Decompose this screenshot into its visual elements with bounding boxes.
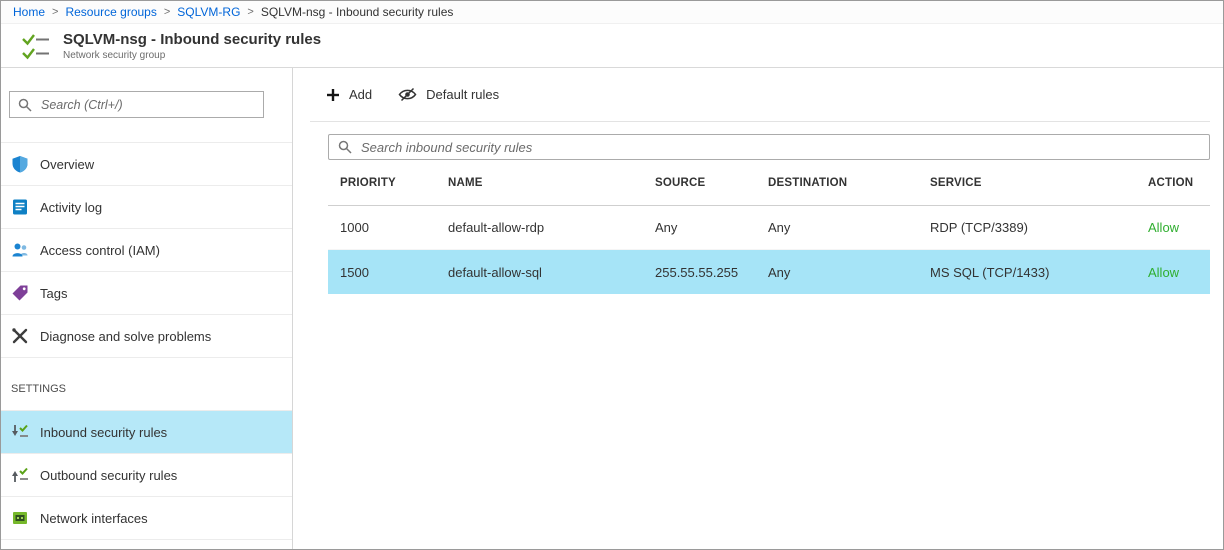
page-subtitle: Network security group bbox=[63, 50, 321, 61]
sidebar-item-label: Tags bbox=[40, 286, 67, 301]
search-icon bbox=[18, 98, 32, 112]
nsg-icon bbox=[21, 31, 51, 61]
sidebar-item-label: Activity log bbox=[40, 200, 102, 215]
cell-name: default-allow-rdp bbox=[448, 220, 655, 235]
rules-search-input[interactable] bbox=[359, 139, 1200, 156]
cell-priority: 1500 bbox=[340, 265, 448, 280]
cell-destination: Any bbox=[768, 265, 930, 280]
sidebar-item-label: Access control (IAM) bbox=[40, 243, 160, 258]
column-header-action: ACTION bbox=[1148, 177, 1210, 189]
sidebar: Overview Activity log bbox=[1, 68, 293, 549]
cell-priority: 1000 bbox=[340, 220, 448, 235]
breadcrumb-resource-group[interactable]: SQLVM-RG bbox=[177, 5, 240, 19]
sidebar-search-input[interactable] bbox=[39, 97, 255, 113]
toolbar: Add Default rules bbox=[293, 68, 1223, 121]
sidebar-settings-nav: Inbound security rules Outbound security… bbox=[1, 410, 292, 540]
inbound-rules-icon bbox=[11, 423, 29, 441]
sidebar-item-label: Overview bbox=[40, 157, 94, 172]
breadcrumb-separator: > bbox=[52, 6, 58, 18]
cell-action: Allow bbox=[1148, 265, 1210, 280]
page-header: SQLVM-nsg - Inbound security rules Netwo… bbox=[1, 24, 1223, 68]
table-row-default-allow-rdp[interactable]: 1000 default-allow-rdp Any Any RDP (TCP/… bbox=[328, 206, 1210, 250]
activity-log-icon bbox=[11, 198, 29, 216]
breadcrumb-resource-groups[interactable]: Resource groups bbox=[65, 5, 156, 19]
sidebar-item-tags[interactable]: Tags bbox=[1, 272, 292, 315]
cell-service: RDP (TCP/3389) bbox=[930, 220, 1148, 235]
default-rules-button-label: Default rules bbox=[426, 87, 499, 102]
table-row-default-allow-sql[interactable]: 1500 default-allow-sql 255.55.55.255 Any… bbox=[328, 250, 1210, 294]
table-header-row: PRIORITY NAME SOURCE DESTINATION SERVICE… bbox=[328, 160, 1210, 206]
page-title-block: SQLVM-nsg - Inbound security rules Netwo… bbox=[63, 31, 321, 61]
diagnose-icon bbox=[11, 327, 29, 345]
sidebar-item-inbound-security-rules[interactable]: Inbound security rules bbox=[1, 411, 292, 454]
column-header-source: SOURCE bbox=[655, 177, 768, 189]
default-rules-button[interactable]: Default rules bbox=[398, 87, 499, 102]
rules-table: PRIORITY NAME SOURCE DESTINATION SERVICE… bbox=[328, 160, 1210, 294]
column-header-destination: DESTINATION bbox=[768, 177, 930, 189]
settings-section-header: SETTINGS bbox=[11, 383, 292, 395]
main-panel: Add Default rules bbox=[293, 68, 1223, 549]
sidebar-item-activity-log[interactable]: Activity log bbox=[1, 186, 292, 229]
column-header-name: NAME bbox=[448, 177, 655, 189]
cell-service: MS SQL (TCP/1433) bbox=[930, 265, 1148, 280]
column-header-service: SERVICE bbox=[930, 177, 1148, 189]
cell-source: 255.55.55.255 bbox=[655, 265, 768, 280]
tag-icon bbox=[11, 284, 29, 302]
sidebar-item-label: Diagnose and solve problems bbox=[40, 329, 211, 344]
sidebar-item-overview[interactable]: Overview bbox=[1, 143, 292, 186]
outbound-rules-icon bbox=[11, 466, 29, 484]
breadcrumb-separator: > bbox=[164, 6, 170, 18]
overview-icon bbox=[11, 155, 29, 173]
cell-name: default-allow-sql bbox=[448, 265, 655, 280]
cell-source: Any bbox=[655, 220, 768, 235]
breadcrumb-current: SQLVM-nsg - Inbound security rules bbox=[261, 5, 454, 19]
sidebar-item-label: Inbound security rules bbox=[40, 425, 167, 440]
page-title: SQLVM-nsg - Inbound security rules bbox=[63, 31, 321, 48]
rules-search-box bbox=[328, 134, 1210, 160]
toolbar-divider bbox=[310, 121, 1210, 122]
cell-destination: Any bbox=[768, 220, 930, 235]
sidebar-nav: Overview Activity log bbox=[1, 142, 292, 358]
sidebar-item-network-interfaces[interactable]: Network interfaces bbox=[1, 497, 292, 540]
sidebar-item-label: Outbound security rules bbox=[40, 468, 177, 483]
eye-off-icon bbox=[398, 87, 417, 102]
sidebar-search-box bbox=[9, 91, 264, 118]
add-button[interactable]: Add bbox=[326, 87, 372, 102]
sidebar-item-access-control[interactable]: Access control (IAM) bbox=[1, 229, 292, 272]
column-header-priority: PRIORITY bbox=[340, 177, 448, 189]
sidebar-item-outbound-security-rules[interactable]: Outbound security rules bbox=[1, 454, 292, 497]
cell-action: Allow bbox=[1148, 220, 1210, 235]
breadcrumb: Home > Resource groups > SQLVM-RG > SQLV… bbox=[1, 1, 1223, 24]
add-button-label: Add bbox=[349, 87, 372, 102]
breadcrumb-home[interactable]: Home bbox=[13, 5, 45, 19]
plus-icon bbox=[326, 88, 340, 102]
azure-portal-window: Home > Resource groups > SQLVM-RG > SQLV… bbox=[0, 0, 1224, 550]
breadcrumb-separator: > bbox=[247, 6, 253, 18]
sidebar-item-diagnose[interactable]: Diagnose and solve problems bbox=[1, 315, 292, 358]
search-icon bbox=[338, 140, 352, 154]
sidebar-item-label: Network interfaces bbox=[40, 511, 148, 526]
network-interfaces-icon bbox=[11, 509, 29, 527]
access-control-icon bbox=[11, 241, 29, 259]
